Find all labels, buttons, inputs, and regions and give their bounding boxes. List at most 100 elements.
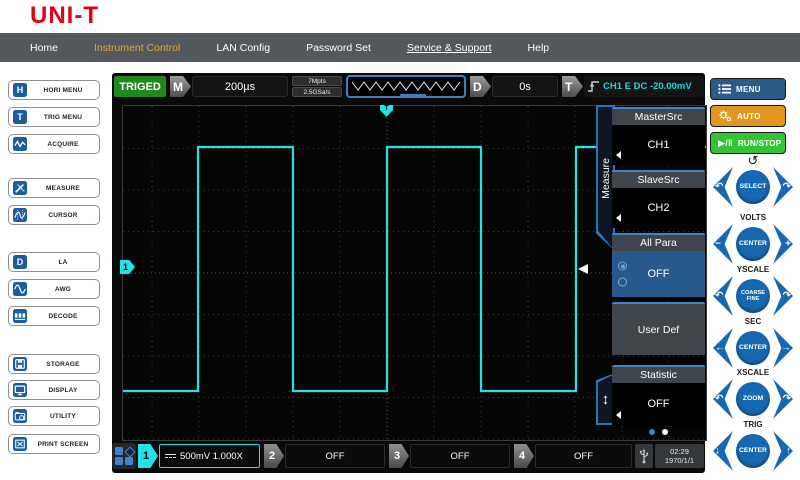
top-nav: Home Instrument Control LAN Config Passw… [0,33,800,62]
list-menu-icon [718,84,731,94]
horizontal-badge: M [170,76,191,97]
sec-right-button[interactable]: → [773,328,793,368]
sidebar-awg-button[interactable]: AWG [8,279,100,299]
submenu-indicator-icon [616,151,621,159]
uni-t-logo: UNI-T [30,2,99,30]
select-knob[interactable]: SELECT [736,170,770,204]
mastersrc-value[interactable]: CH1 [612,125,705,165]
sidebar-measure-button[interactable]: MEASURE [8,178,100,198]
delay-badge: D [470,76,491,97]
volts-center-knob[interactable]: CENTER [736,227,770,261]
channel3-badge[interactable]: 3 [389,444,409,468]
sec-left-button[interactable]: ← [713,328,733,368]
xscale-nanoseconds-button[interactable]: ↷ns [773,379,793,419]
sec-label: SEC [745,316,761,327]
trig-menu-icon: T [13,110,27,124]
utility-gear-icon [13,409,27,423]
select-cw-button[interactable]: ↷ [773,167,793,207]
xscale-knob-group: XSCALE ↶s ZOOM ↷ns [706,367,800,420]
display-monitor-icon [13,383,27,397]
menu-button[interactable]: MENU [710,78,786,100]
nav-home[interactable]: Home [30,42,58,54]
volts-knob-group: VOLTS − CENTER + [706,212,800,265]
sidebar-cursor-button[interactable]: CURSOR [8,205,100,225]
menu-page-dots [612,429,705,435]
submenu-indicator-icon [616,411,621,419]
sec-center-knob[interactable]: CENTER [736,331,770,365]
hori-menu-icon: H [13,83,27,97]
trig-up-button[interactable]: ↑ [773,431,793,471]
allpara-radio-group [618,262,627,287]
trig-label: TRIG [743,419,762,430]
trigger-info-box[interactable]: CH1 E DC -20.00mV [584,76,704,97]
nav-lan-config[interactable]: LAN Config [216,42,270,54]
yscale-millivolts-button[interactable]: ↷mV [773,276,793,316]
channel2-info-box[interactable]: OFF [285,444,385,468]
decode-bus-icon [13,309,27,323]
trig-center-knob[interactable]: CENTER [736,434,770,468]
gears-icon [718,110,732,122]
volts-decrease-button[interactable]: − [713,224,733,264]
nav-help[interactable]: Help [528,42,550,54]
yscale-coarse-fine-knob[interactable]: COARSE FINE [736,279,770,313]
print-screen-scissors-icon [13,437,27,451]
trig-knob-group: TRIG ↓ CENTER ↑ [706,419,800,472]
nav-instrument-control[interactable]: Instrument Control [94,42,180,54]
radio-selected-icon[interactable] [618,262,627,271]
channel4-info-box[interactable]: OFF [535,444,632,468]
sidebar-hori-menu-button[interactable]: H HORI MENU [8,80,100,100]
sidebar-storage-button[interactable]: STORAGE [8,354,100,374]
nav-password-set[interactable]: Password Set [306,42,371,54]
play-pause-icon: ▶/‖ [718,138,733,149]
sidebar-la-button[interactable]: D LA [8,252,100,272]
trig-down-button[interactable]: ↓ [713,431,733,471]
acquisition-info: 7Mpts 2.5GSa/s [292,76,342,97]
allpara-value[interactable]: OFF [612,251,705,297]
channel1-info-box[interactable]: 500mV 1.000X [159,444,260,468]
radio-unselected-icon[interactable] [618,278,627,287]
window-position-marker [400,94,426,98]
xscale-seconds-button[interactable]: ↶s [713,379,733,419]
sidebar-utility-button[interactable]: UTILITY [8,406,100,426]
timebase-box[interactable]: 200µs [192,76,288,97]
awg-sine-icon [13,282,27,296]
sidebar-decode-button[interactable]: DECODE [8,306,100,326]
sidebar-display-button[interactable]: DISPLAY [8,380,100,400]
memory-depth: 7Mpts [292,76,342,86]
storage-floppy-icon [13,357,27,371]
waveform-preview-box[interactable] [346,75,466,98]
sec-knob-group: SEC ← CENTER → [706,316,800,369]
yscale-label: YSCALE [737,264,769,275]
la-icon: D [13,255,27,269]
delay-box[interactable]: 0s [492,76,558,97]
auto-button[interactable]: AUTO [710,105,786,127]
sidebar-acquire-button[interactable]: ACQUIRE [8,134,100,154]
sample-rate: 2.5GSa/s [292,87,342,97]
scope-display: TRIGED M 200µs 7Mpts 2.5GSa/s D 0s T CH1… [112,73,705,473]
slavesrc-value[interactable]: CH2 [612,188,705,228]
channel4-badge[interactable]: 4 [514,444,534,468]
volts-label: VOLTS [740,212,766,223]
volts-increase-button[interactable]: + [773,224,793,264]
yscale-volts-button[interactable]: ↶V [713,276,733,316]
userdef-button[interactable]: User Def [612,302,705,355]
select-ccw-button[interactable]: ↶ [713,167,733,207]
statistic-value[interactable]: OFF [612,383,705,425]
channel1-badge[interactable]: 1 [138,444,158,468]
select-reset-icon[interactable]: ↺ [748,155,759,166]
trigger-status-badge: TRIGED [114,76,166,97]
xscale-zoom-knob[interactable]: ZOOM [736,382,770,416]
trigger-badge: T [562,76,583,97]
channel2-badge[interactable]: 2 [264,444,284,468]
usb-status-box [635,444,653,468]
rising-edge-icon [587,79,600,94]
yscale-knob-group: YSCALE ↶V COARSE FINE ↷mV [706,264,800,317]
slavesrc-header: SlaveSrc [612,170,705,188]
channel3-info-box[interactable]: OFF [410,444,510,468]
channel-grid-icon[interactable] [112,443,136,469]
sidebar-print-screen-button[interactable]: PRINT SCREEN [8,434,100,454]
run-stop-button[interactable]: ▶/‖ RUN/STOP [710,132,786,154]
nav-service-support[interactable]: Service & Support [407,42,492,54]
sidebar-trig-menu-button[interactable]: T TRIG MENU [8,107,100,127]
usb-icon [639,448,649,464]
